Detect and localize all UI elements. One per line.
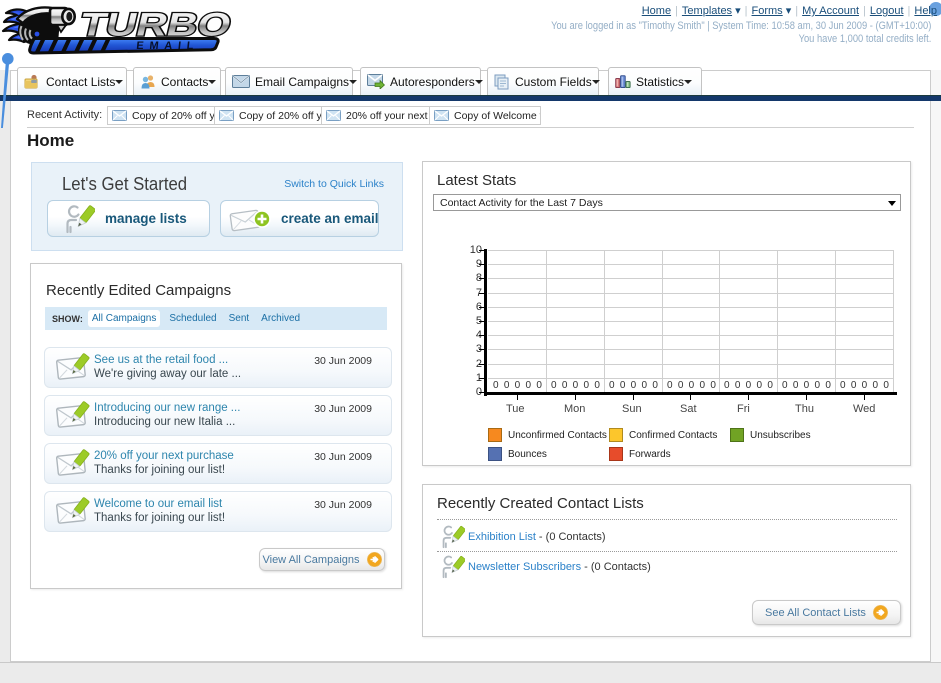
svg-text:EMAIL: EMAIL [136, 40, 201, 52]
